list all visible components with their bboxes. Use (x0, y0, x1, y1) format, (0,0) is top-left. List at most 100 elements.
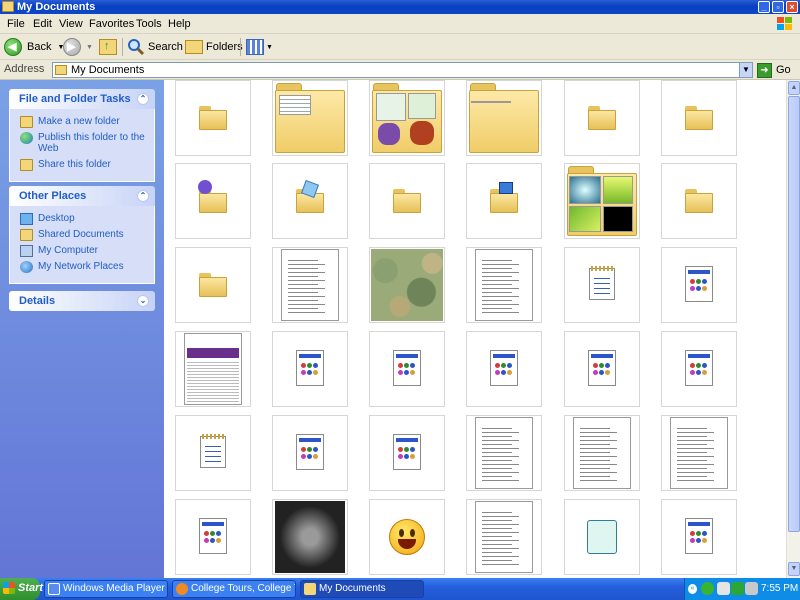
file-thumbnail[interactable] (661, 80, 737, 156)
photo-preview (603, 176, 633, 204)
start-button[interactable]: Start (0, 578, 44, 600)
address-dropdown-button[interactable]: ▼ (739, 63, 752, 77)
file-thumbnail[interactable] (466, 331, 542, 407)
file-thumbnail[interactable] (272, 163, 348, 239)
file-thumbnail[interactable] (564, 80, 640, 156)
menu-favorites[interactable]: Favorites (89, 18, 134, 30)
messenger-icon[interactable] (701, 582, 714, 595)
taskbar: Start Windows Media Player College Tours… (0, 578, 800, 600)
file-thumbnail[interactable] (466, 80, 542, 156)
collapse-icon[interactable]: ⌃ (137, 190, 149, 202)
file-thumbnail[interactable] (369, 415, 445, 491)
photo-preview (569, 176, 601, 204)
file-thumbnail[interactable] (661, 415, 737, 491)
collapse-icon[interactable]: ⌃ (137, 93, 149, 105)
file-thumbnail[interactable] (661, 499, 737, 575)
file-view (164, 80, 786, 578)
menu-edit[interactable]: Edit (33, 18, 52, 30)
toolbar-separator (122, 38, 123, 56)
file-thumbnail[interactable] (466, 247, 542, 323)
document-icon (393, 350, 421, 386)
address-input[interactable]: My Documents ▼ (52, 62, 753, 78)
file-thumbnail[interactable] (272, 499, 348, 575)
task-college-tours[interactable]: College Tours, College Tri... (172, 580, 296, 598)
my-network-places-link[interactable]: My Network Places (20, 261, 148, 273)
task-my-documents[interactable]: My Documents (300, 580, 424, 598)
notepad-icon (589, 266, 615, 300)
file-thumbnail[interactable] (564, 331, 640, 407)
table-preview (279, 95, 311, 115)
volume-icon[interactable] (745, 582, 758, 595)
up-folder-button[interactable]: ↑ (99, 37, 117, 57)
security-icon[interactable] (731, 582, 744, 595)
minimize-button[interactable]: _ (758, 1, 770, 13)
menu-help[interactable]: Help (168, 18, 191, 30)
close-button[interactable]: × (786, 1, 798, 13)
back-button[interactable]: ◀ Back ▼ (4, 37, 64, 57)
file-thumbnail[interactable] (272, 331, 348, 407)
file-thumbnail[interactable] (272, 247, 348, 323)
document-icon (296, 434, 324, 470)
expand-icon[interactable]: ⌄ (137, 295, 149, 307)
link-label: My Computer (38, 245, 99, 256)
file-thumbnail[interactable] (369, 499, 445, 575)
document-icon (685, 518, 713, 554)
file-thumbnail[interactable] (175, 499, 251, 575)
make-new-folder-link[interactable]: Make a new folder (20, 116, 148, 128)
network-icon[interactable] (717, 582, 730, 595)
file-thumbnail[interactable] (175, 247, 251, 323)
file-thumbnail[interactable] (564, 247, 640, 323)
file-thumbnail[interactable] (369, 163, 445, 239)
menu-tools[interactable]: Tools (136, 18, 162, 30)
file-thumbnail[interactable] (272, 80, 348, 156)
file-thumbnail[interactable] (175, 163, 251, 239)
my-computer-link[interactable]: My Computer (20, 245, 148, 257)
folder-icon (304, 583, 316, 595)
search-button[interactable]: Search (127, 37, 183, 57)
start-label: Start (18, 582, 44, 594)
file-thumbnail[interactable] (175, 80, 251, 156)
file-thumbnail[interactable] (272, 415, 348, 491)
menu-view[interactable]: View (59, 18, 83, 30)
file-thumbnail[interactable] (564, 415, 640, 491)
scroll-down-button[interactable]: ▼ (788, 562, 800, 576)
file-thumbnail[interactable] (369, 331, 445, 407)
task-windows-media-player[interactable]: Windows Media Player (44, 580, 168, 598)
folders-button[interactable]: Folders (185, 37, 243, 57)
desktop-link[interactable]: Desktop (20, 213, 148, 225)
file-thumbnail[interactable] (175, 331, 251, 407)
go-button[interactable]: ➜ Go (757, 62, 791, 78)
other-places-header[interactable]: Other Places ⌃ (9, 186, 155, 206)
link-label: Publish this folder to the Web (38, 132, 145, 154)
show-hidden-icons-button[interactable]: « (688, 584, 697, 594)
file-folder-tasks-header[interactable]: File and Folder Tasks ⌃ (9, 89, 155, 109)
publish-folder-link[interactable]: Publish this folder to the Web (20, 132, 148, 154)
file-thumbnail[interactable] (661, 331, 737, 407)
file-thumbnail[interactable] (564, 163, 640, 239)
folder-icon (20, 229, 33, 241)
browser-icon (176, 583, 188, 595)
details-header[interactable]: Details ⌄ (9, 291, 155, 311)
scroll-up-button[interactable]: ▲ (788, 81, 800, 95)
maximize-button[interactable]: ▫ (772, 1, 784, 13)
task-label: My Documents (319, 583, 386, 594)
file-thumbnail[interactable] (466, 499, 542, 575)
shared-documents-link[interactable]: Shared Documents (20, 229, 148, 241)
share-folder-link[interactable]: Share this folder (20, 159, 148, 171)
forward-button[interactable]: ▶ ▼ (63, 37, 93, 57)
folder-icon (199, 106, 227, 130)
vertical-scrollbar[interactable]: ▲ ▼ (786, 80, 800, 578)
file-thumbnail[interactable] (369, 247, 445, 323)
folder-icon (275, 83, 345, 153)
file-thumbnail[interactable] (564, 499, 640, 575)
file-thumbnail[interactable] (175, 415, 251, 491)
menu-file[interactable]: File (7, 18, 25, 30)
file-thumbnail[interactable] (661, 247, 737, 323)
file-thumbnail[interactable] (466, 163, 542, 239)
file-thumbnail[interactable] (369, 80, 445, 156)
views-button[interactable]: ▼ (246, 37, 273, 57)
file-thumbnail[interactable] (466, 415, 542, 491)
file-thumbnail[interactable] (661, 163, 737, 239)
window-title: My Documents (17, 1, 96, 13)
scroll-thumb[interactable] (788, 96, 800, 532)
